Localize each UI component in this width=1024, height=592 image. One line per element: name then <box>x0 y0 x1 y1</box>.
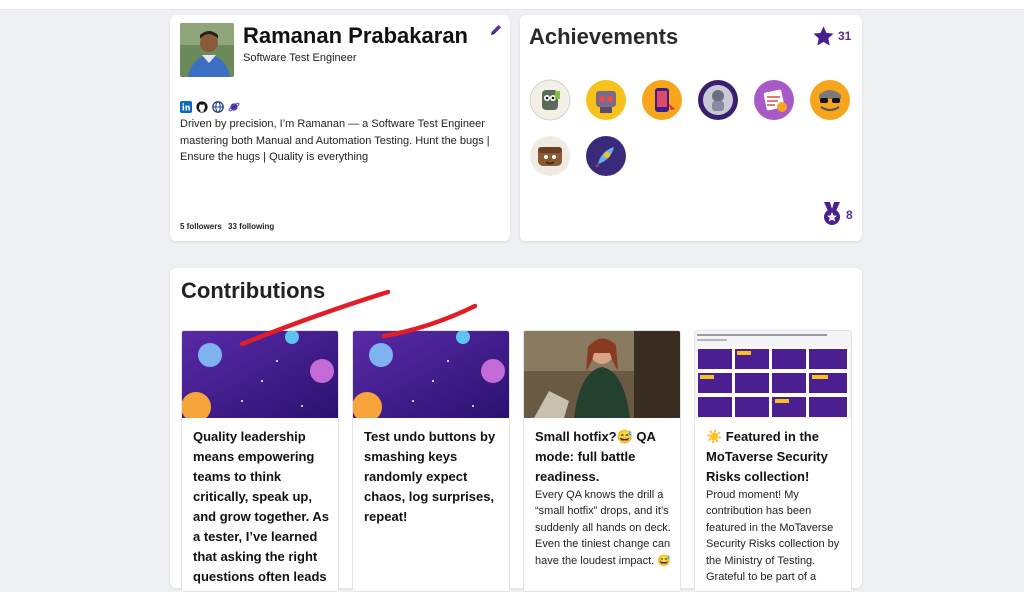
profile-role: Software Test Engineer <box>243 52 357 64</box>
medal-icon <box>820 201 844 227</box>
rocket-badge-icon[interactable] <box>585 135 627 177</box>
avatar[interactable] <box>180 23 234 77</box>
post-title: Quality leadership means empowering team… <box>193 429 330 584</box>
linkedin-icon[interactable] <box>180 100 192 113</box>
post-title: ☀️ Featured in the MoTaverse Security Ri… <box>706 429 828 484</box>
contribution-card-4[interactable]: ☀️ Featured in the MoTaverse Security Ri… <box>694 330 852 592</box>
following-link[interactable]: 33 following <box>228 222 274 231</box>
achievements-title: Achievements <box>529 24 679 49</box>
contribution-card-2[interactable]: Test undo buttons by smashing keys rando… <box>352 330 510 592</box>
star-count: 31 <box>838 29 852 43</box>
followers-link[interactable]: 5 followers <box>180 222 222 231</box>
robot-badge-icon[interactable] <box>529 79 571 121</box>
bot-badge-icon[interactable] <box>585 79 627 121</box>
sunglasses-badge-icon[interactable] <box>809 79 851 121</box>
follow-counts: 5 followers 33 following <box>180 222 278 231</box>
brownie-badge-icon[interactable] <box>529 135 571 177</box>
top-bar <box>0 0 1024 10</box>
globe-icon[interactable] <box>212 100 224 113</box>
post-title: Small hotfix?😅 QA mode: full battle read… <box>535 429 656 484</box>
testing-badge-icon[interactable] <box>753 79 795 121</box>
contribution-card-3[interactable]: Small hotfix?😅 QA mode: full battle read… <box>523 330 681 592</box>
space-thumbnail-image <box>353 331 509 418</box>
movie-still-image <box>524 331 680 418</box>
post-excerpt: Proud moment! My contribution has been f… <box>706 489 840 584</box>
planet-icon[interactable] <box>228 100 240 112</box>
space-thumbnail-image <box>182 331 338 418</box>
edit-pencil-icon[interactable] <box>489 23 503 37</box>
contribution-card-1[interactable]: Quality leadership means empowering team… <box>181 330 339 592</box>
medal-count: 8 <box>846 208 853 222</box>
collection-screenshot-image <box>695 331 851 418</box>
star-icon <box>812 25 835 48</box>
profile-bio: Driven by precision, I’m Ramanan — a Sof… <box>180 118 490 163</box>
profile-card: Ramanan Prabakaran Software Test Enginee… <box>170 15 510 241</box>
social-links <box>180 100 240 113</box>
profile-name: Ramanan Prabakaran <box>243 23 468 48</box>
astronaut-badge-icon[interactable] <box>697 79 739 121</box>
contributions-card: Contributions Quality leadership means e… <box>170 268 862 592</box>
achievements-card: Achievements 31 8 <box>520 15 862 241</box>
contributions-title: Contributions <box>181 278 326 303</box>
phone-badge-icon[interactable] <box>641 79 683 121</box>
github-icon[interactable] <box>196 100 208 113</box>
post-excerpt: Every QA knows the drill a “small hotfix… <box>535 489 671 567</box>
post-title: Test undo buttons by smashing keys rando… <box>364 429 496 524</box>
